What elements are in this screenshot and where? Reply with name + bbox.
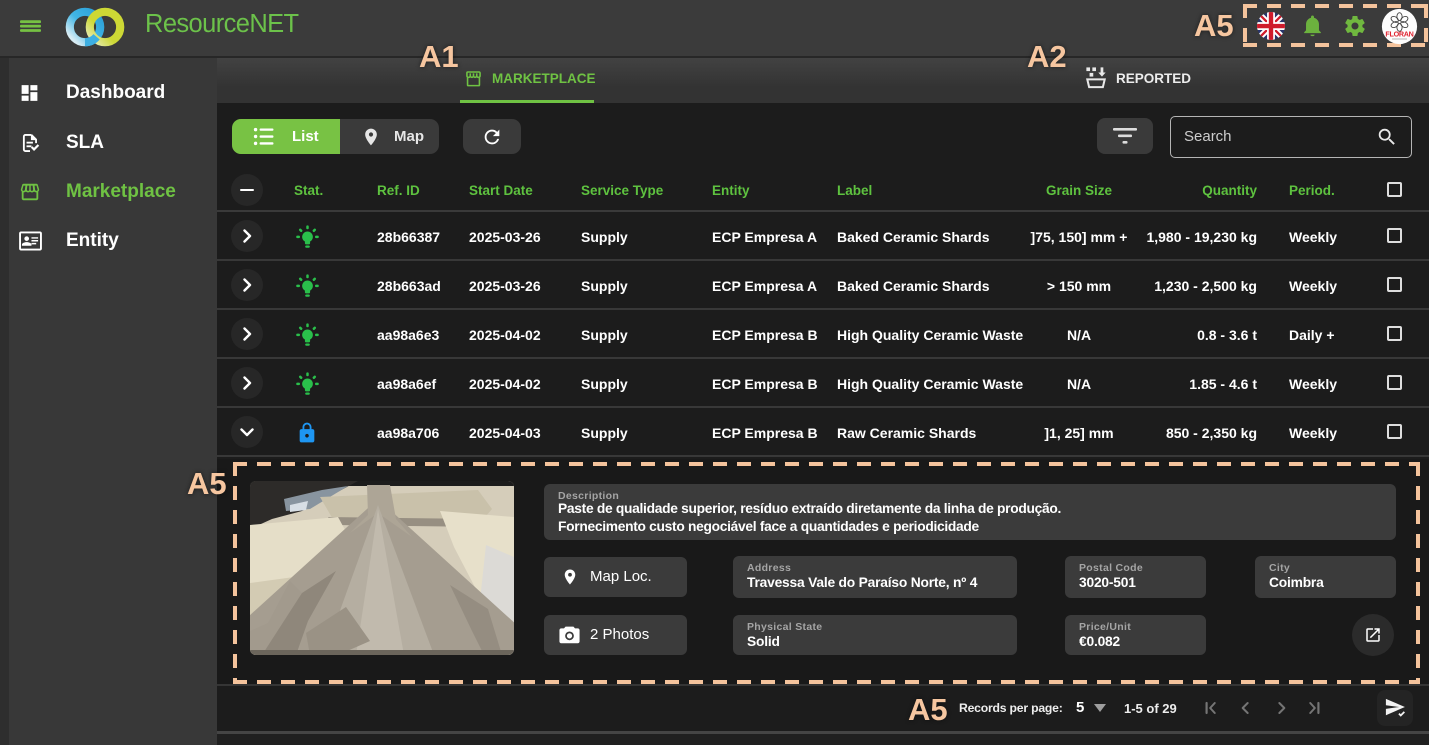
svg-text:FLORAN: FLORAN: [1385, 30, 1413, 39]
